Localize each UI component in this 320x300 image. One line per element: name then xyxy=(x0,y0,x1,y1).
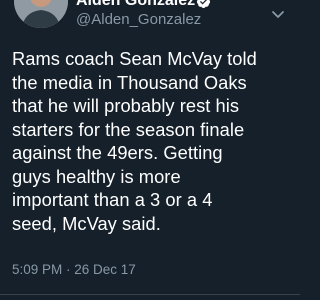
author-handle[interactable]: @Alden_Gonzalez xyxy=(76,11,201,28)
tweet-text: Rams coach Sean McVay told the media in … xyxy=(12,48,257,234)
avatar[interactable] xyxy=(14,0,68,28)
divider xyxy=(0,294,300,295)
tweet-header: Alden Gonzalez @Alden_Gonzalez xyxy=(0,0,300,38)
tweet-timestamp[interactable]: 5:09 PM · 26 Dec 17 xyxy=(12,262,136,277)
chevron-down-icon[interactable] xyxy=(270,6,286,22)
verified-icon xyxy=(196,0,211,9)
display-name[interactable]: Alden Gonzalez xyxy=(76,0,195,10)
